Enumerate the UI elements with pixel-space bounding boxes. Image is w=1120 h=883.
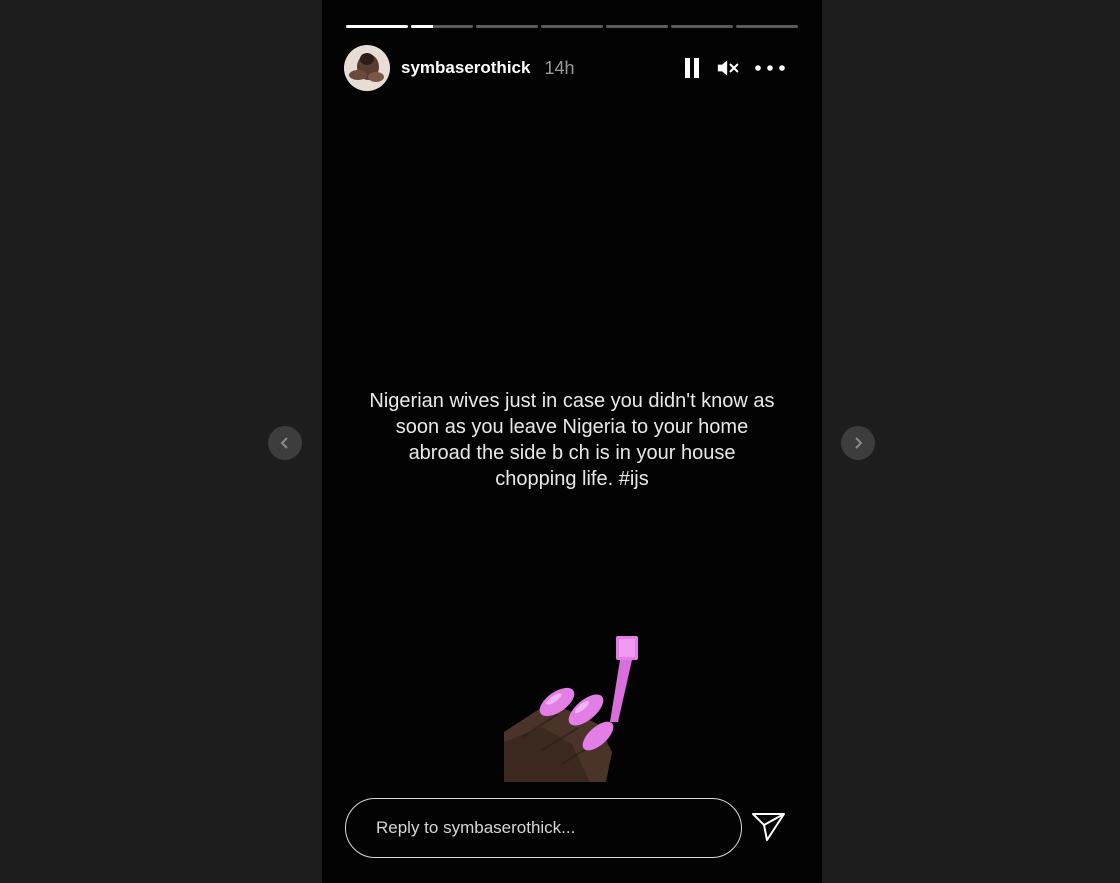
chevron-left-icon bbox=[280, 437, 288, 449]
story-timestamp: 14h bbox=[544, 57, 575, 78]
story-caption-line: abroad the side b ch is in your house bbox=[408, 442, 736, 464]
reply-field[interactable] bbox=[345, 798, 742, 858]
avatar[interactable] bbox=[344, 45, 390, 91]
previous-story-button[interactable] bbox=[268, 426, 302, 460]
story-caption-line: Nigerian wives just in case you didn't k… bbox=[369, 390, 775, 412]
progress-segment bbox=[736, 25, 798, 28]
story-controls bbox=[681, 56, 799, 80]
story-viewer[interactable]: symbaserothick 14h Nigerian wives just i… bbox=[322, 0, 822, 883]
story-caption: Nigerian wives just in case you didn't k… bbox=[330, 388, 814, 492]
send-icon bbox=[752, 813, 785, 841]
story-caption-line: chopping life. #ijs bbox=[495, 468, 649, 490]
story-header: symbaserothick 14h bbox=[344, 44, 799, 92]
pause-icon bbox=[685, 58, 699, 78]
more-options-button[interactable] bbox=[753, 56, 787, 80]
pause-button[interactable] bbox=[681, 56, 703, 80]
story-username[interactable]: symbaserothick bbox=[401, 58, 530, 78]
progress-segment bbox=[346, 25, 408, 28]
progress-segment bbox=[541, 25, 603, 28]
reply-input[interactable] bbox=[374, 817, 718, 839]
progress-segment bbox=[411, 25, 473, 28]
progress-segment bbox=[476, 25, 538, 28]
nail-polish-emoji bbox=[502, 632, 652, 787]
progress-segment bbox=[671, 25, 733, 28]
page: symbaserothick 14h Nigerian wives just i… bbox=[0, 0, 1120, 883]
muted-speaker-icon bbox=[717, 60, 739, 76]
avatar-image bbox=[344, 45, 390, 91]
progress-segment bbox=[606, 25, 668, 28]
story-caption-line: soon as you leave Nigeria to your home bbox=[395, 416, 749, 438]
more-options-icon bbox=[755, 65, 785, 71]
mute-button[interactable] bbox=[717, 56, 739, 80]
progress-fill bbox=[346, 25, 408, 28]
progress-fill bbox=[411, 25, 433, 28]
chevron-right-icon bbox=[855, 437, 863, 449]
story-progress-bar bbox=[346, 25, 798, 28]
send-button[interactable] bbox=[750, 808, 788, 846]
next-story-button[interactable] bbox=[841, 426, 875, 460]
